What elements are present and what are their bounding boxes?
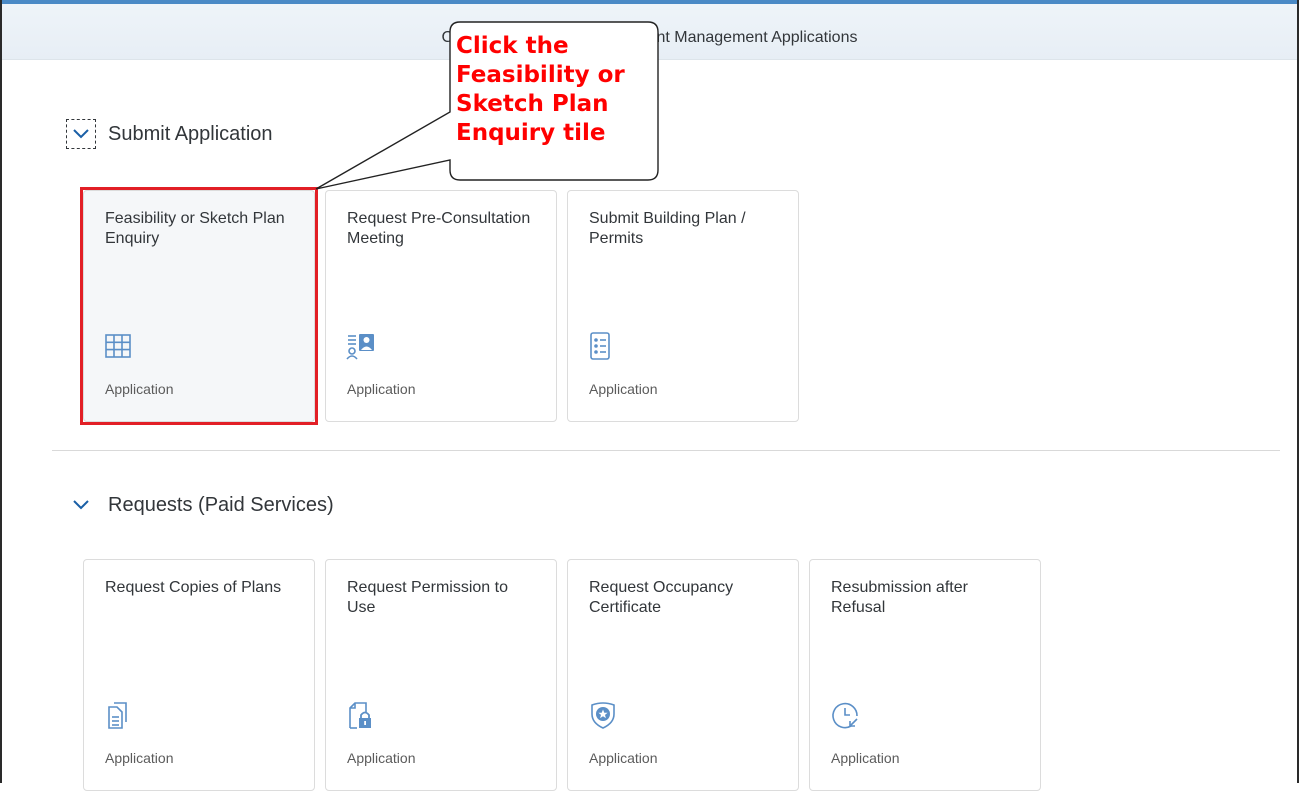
section-title: Requests (Paid Services) bbox=[108, 493, 334, 516]
callout-text: Click the Feasibility or Sketch Plan Enq… bbox=[456, 32, 656, 148]
tile-title: Request Pre-Consultation Meeting bbox=[347, 210, 531, 247]
tile-title: Request Permission to Use bbox=[347, 579, 508, 616]
tile-resubmission-after-refusal[interactable]: Resubmission after Refusal Application bbox=[809, 559, 1041, 791]
collapse-toggle-button[interactable] bbox=[66, 119, 96, 149]
tile-title: Request Occupancy Certificate bbox=[589, 579, 734, 616]
tile-title: Submit Building Plan / Permits bbox=[589, 210, 746, 247]
tile-feasibility-sketch-plan-enquiry[interactable]: Feasibility or Sketch Plan Enquiry Appli… bbox=[83, 190, 315, 422]
contact-card-icon bbox=[346, 334, 374, 360]
chevron-down-icon bbox=[73, 129, 89, 139]
tile-subtitle: Application bbox=[589, 381, 658, 397]
section-header-requests-paid-services[interactable]: Requests (Paid Services) bbox=[66, 490, 334, 520]
section-title: Submit Application bbox=[108, 122, 273, 145]
tile-subtitle: Application bbox=[105, 381, 174, 397]
locked-document-icon bbox=[349, 702, 371, 729]
tile-request-copies-of-plans[interactable]: Request Copies of Plans Application bbox=[83, 559, 315, 791]
tile-subtitle: Application bbox=[347, 750, 416, 766]
badge-shield-icon bbox=[591, 702, 615, 729]
tile-request-permission-to-use[interactable]: Request Permission to Use Application bbox=[325, 559, 557, 791]
tile-subtitle: Application bbox=[589, 750, 658, 766]
clock-return-icon bbox=[832, 702, 858, 729]
callout-line: Click the bbox=[456, 33, 569, 59]
checklist-icon bbox=[590, 332, 610, 360]
tile-submit-building-plan-permits[interactable]: Submit Building Plan / Permits Applicati… bbox=[567, 190, 799, 422]
callout-line: Sketch Plan bbox=[456, 91, 609, 117]
tile-subtitle: Application bbox=[347, 381, 416, 397]
tile-request-occupancy-certificate[interactable]: Request Occupancy Certificate Applicatio… bbox=[567, 559, 799, 791]
tile-title: Resubmission after Refusal bbox=[831, 579, 968, 616]
tile-subtitle: Application bbox=[831, 750, 900, 766]
section-header-submit-application[interactable]: Submit Application bbox=[66, 119, 273, 149]
callout-line: Feasibility or bbox=[456, 62, 625, 88]
grid-table-icon bbox=[105, 334, 131, 358]
tile-request-pre-consultation-meeting[interactable]: Request Pre-Consultation Meeting Applica… bbox=[325, 190, 557, 422]
section-divider bbox=[52, 450, 1280, 451]
tile-subtitle: Application bbox=[105, 750, 174, 766]
copy-documents-icon bbox=[108, 702, 127, 729]
collapse-toggle-button[interactable] bbox=[66, 490, 96, 520]
chevron-down-icon bbox=[73, 500, 89, 510]
tile-title: Request Copies of Plans bbox=[105, 579, 282, 596]
tile-title: Feasibility or Sketch Plan Enquiry bbox=[105, 210, 285, 247]
callout-line: Enquiry tile bbox=[456, 120, 606, 146]
